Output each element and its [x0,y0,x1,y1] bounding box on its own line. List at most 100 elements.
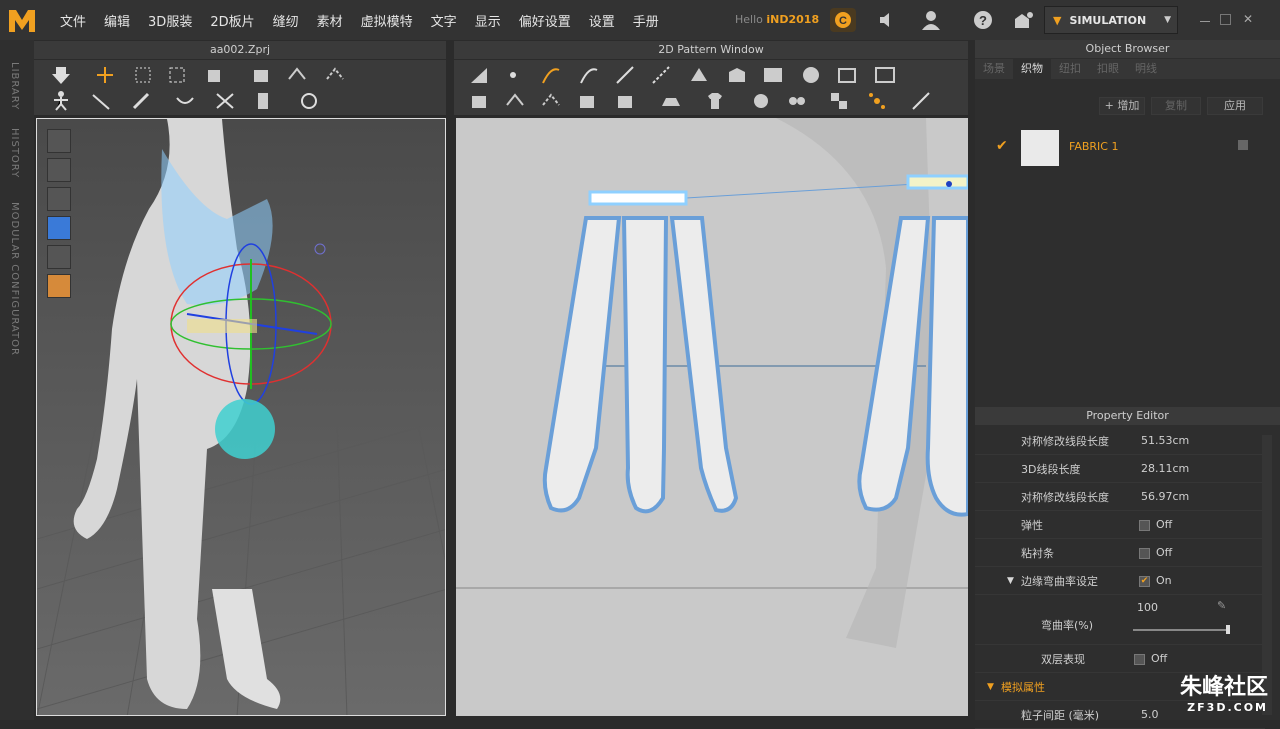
checked-checkbox-icon[interactable]: ✔ [1139,575,1150,587]
viewport-2d[interactable] [456,118,968,716]
username[interactable]: iND2018 [766,13,819,26]
collapse-triangle-icon[interactable]: ▼ [1007,576,1014,586]
fabric-list-item[interactable]: ✔ FABRIC 1 [990,128,1275,168]
library-tab[interactable]: LIBRARY [9,62,20,110]
select-box-icon[interactable] [132,64,154,86]
speaker-icon[interactable] [875,8,901,32]
history-tab[interactable]: HISTORY [9,128,20,178]
fusible-tape-toggle[interactable]: Off [1139,546,1172,559]
checkbox[interactable] [1134,653,1145,665]
tape-icon[interactable] [298,90,320,112]
fold-arrange-icon[interactable] [204,64,226,86]
prop-value[interactable]: 28.11cm [1141,462,1189,475]
shoe-display-icon[interactable] [47,245,71,269]
modular-configurator-tab[interactable]: MODULAR CONFIGURATOR [9,202,20,356]
checkbox[interactable] [1139,547,1150,559]
polygon-tool-icon[interactable] [468,64,490,86]
needle-icon[interactable] [130,90,152,112]
prop-value[interactable]: 51.53cm [1141,434,1189,447]
user-icon[interactable] [918,8,944,32]
tab-fabric[interactable]: 织物 [1013,59,1051,79]
button-tool-icon[interactable] [750,90,772,112]
checkbox[interactable] [1139,519,1150,531]
curvature-slider[interactable] [1133,629,1229,631]
rectangle-icon[interactable] [762,64,784,86]
circle-icon[interactable] [800,64,822,86]
tab-buttons[interactable]: 纽扣 [1051,59,1089,79]
garment-texture-icon[interactable] [47,158,71,182]
download-arrow-icon[interactable] [50,64,72,86]
menu-settings[interactable]: 设置 [589,11,615,30]
select-move-icon[interactable] [94,64,116,86]
segment-sewing-icon[interactable] [174,90,196,112]
avatar-settings-icon[interactable] [1010,8,1036,32]
internal-rectangle-icon[interactable] [874,64,896,86]
maximize-icon[interactable] [1220,14,1231,25]
free-sewing-icon[interactable] [214,90,236,112]
simulation-mode-selector[interactable]: ▼ SIMULATION ▼ [1044,6,1178,34]
stitch-edit-icon[interactable] [90,90,112,112]
cut-line-icon[interactable] [650,64,672,86]
menu-sewing[interactable]: 缝纫 [273,11,299,30]
avatar-skin-icon[interactable] [47,274,71,298]
garment-icon[interactable] [704,90,726,112]
add-fabric-button[interactable]: + 增加 [1099,97,1145,115]
menu-preferences[interactable]: 偏好设置 [519,11,571,30]
internal-shape-icon[interactable] [688,64,710,86]
add-point-icon[interactable] [614,64,636,86]
internal-polygon-icon[interactable] [836,64,858,86]
avatar-display-icon[interactable] [47,187,71,211]
double-layer-toggle[interactable]: Off [1134,652,1167,665]
app-logo-icon[interactable] [0,0,44,40]
menu-materials[interactable]: 素材 [317,11,343,30]
help-icon[interactable]: ? [970,8,996,32]
free-seam-icon[interactable] [540,90,562,112]
close-icon[interactable]: ✕ [1243,12,1257,26]
menu-file[interactable]: 文件 [60,11,86,30]
notch-icon[interactable] [614,90,636,112]
apply-fabric-button[interactable]: 应用 [1207,97,1263,115]
prop-value[interactable]: 5.0 [1141,708,1159,721]
tack-icon[interactable] [250,64,272,86]
slider-handle[interactable] [1226,625,1230,634]
copy-fabric-button[interactable]: 复制 [1151,97,1201,115]
segment-seam-icon[interactable] [504,90,526,112]
pin-icon[interactable] [286,64,308,86]
garment-fit-icon[interactable] [252,90,274,112]
viewport-3d[interactable] [36,118,446,716]
elastic-toggle[interactable]: Off [1139,518,1172,531]
edit-curvature-icon[interactable] [578,64,600,86]
curvature-value[interactable]: 100 [1137,601,1158,614]
menu-text[interactable]: 文字 [431,11,457,30]
wrench-icon[interactable]: ✎ [1217,599,1226,612]
minimize-icon[interactable] [1200,12,1214,26]
edge-curvature-toggle[interactable]: ✔ On [1139,574,1172,587]
tab-buttonholes[interactable]: 扣眼 [1089,59,1127,79]
ruler-icon[interactable] [910,90,932,112]
transform-box-icon[interactable] [166,64,188,86]
prop-value[interactable]: 56.97cm [1141,490,1189,503]
checker-icon[interactable] [828,90,850,112]
point-edit-icon[interactable] [502,64,524,86]
trace-icon[interactable] [576,90,598,112]
transform-pattern-icon[interactable] [468,90,490,112]
menu-manual[interactable]: 手册 [633,11,659,30]
seam-tool-icon[interactable] [324,64,346,86]
collapse-triangle-icon[interactable]: ▼ [987,682,994,692]
garment-display-icon[interactable] [47,129,71,153]
clo-coin-icon[interactable]: C [830,8,856,32]
fabric-render-icon[interactable] [47,216,71,240]
curve-point-icon[interactable] [540,64,562,86]
tab-topstitch[interactable]: 明线 [1127,59,1165,79]
iron-icon[interactable] [660,90,682,112]
pentagon-icon[interactable] [726,64,748,86]
fabric-save-icon[interactable] [1238,140,1248,150]
avatar-pose-icon[interactable] [50,90,72,112]
menu-avatar[interactable]: 虚拟模特 [361,11,413,30]
texture-move-icon[interactable] [866,90,888,112]
buttonhole-icon[interactable] [786,90,808,112]
menu-display[interactable]: 显示 [475,11,501,30]
tab-scene[interactable]: 场景 [975,59,1013,79]
menu-edit[interactable]: 编辑 [104,11,130,30]
menu-2d-pattern[interactable]: 2D板片 [210,11,254,30]
